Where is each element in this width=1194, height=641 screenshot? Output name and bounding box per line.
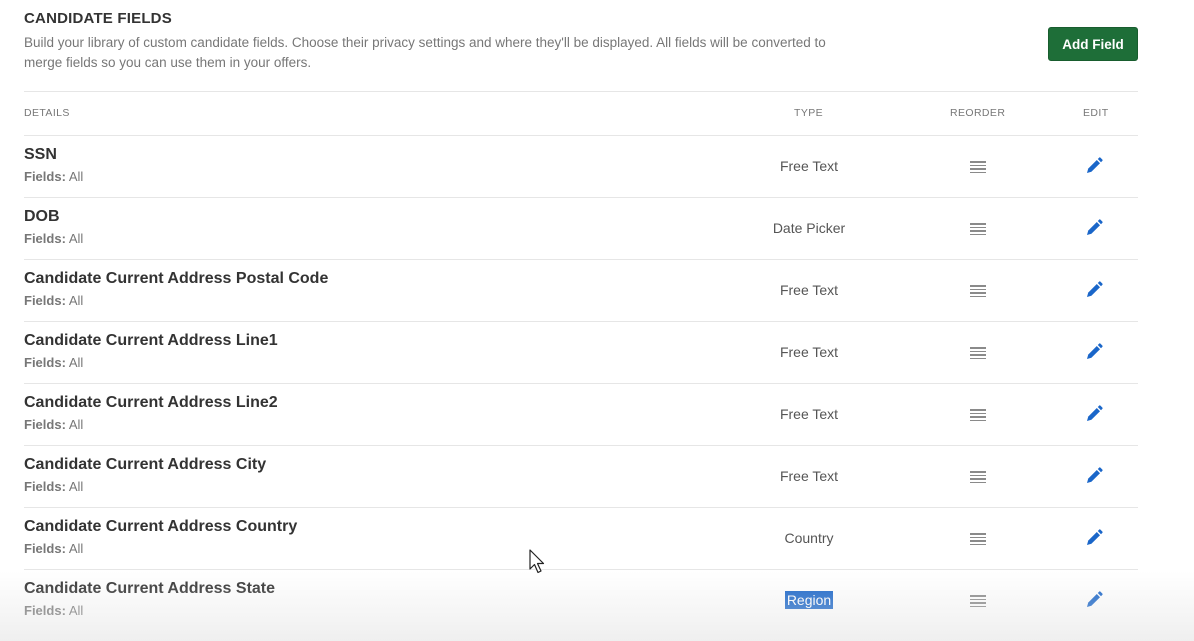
field-type: Free Text (744, 468, 874, 484)
pencil-icon[interactable] (1084, 590, 1104, 610)
field-visibility: Fields: All (24, 355, 83, 370)
field-name: Candidate Current Address Postal Code (24, 270, 329, 287)
fields-value: All (68, 417, 84, 432)
field-type-text: Free Text (779, 406, 839, 422)
field-name: Candidate Current Address State (24, 580, 276, 597)
page-header: CANDIDATE FIELDS Build your library of c… (24, 10, 1138, 73)
column-header-reorder: REORDER (950, 107, 1006, 119)
table-header: DETAILS TYPE REORDER EDIT (24, 91, 1138, 136)
field-name: Candidate Current Address City (24, 456, 267, 473)
fields-value: All (68, 293, 84, 308)
fields-value: All (68, 603, 84, 618)
drag-handle-icon[interactable] (970, 347, 986, 359)
table-row: Candidate Current Address Postal Code Fie… (24, 260, 1138, 322)
field-visibility: Fields: All (24, 417, 83, 432)
fields-label: Fields: (24, 417, 66, 432)
field-type-text: Free Text (779, 468, 839, 484)
field-type-text: Region (784, 591, 834, 609)
drag-handle-icon[interactable] (970, 533, 986, 545)
mouse-cursor-icon (529, 549, 545, 574)
drag-handle-icon[interactable] (970, 223, 986, 235)
fields-value: All (68, 541, 84, 556)
fields-label: Fields: (24, 603, 66, 618)
pencil-icon[interactable] (1084, 280, 1104, 300)
fields-value: All (68, 479, 84, 494)
pencil-icon[interactable] (1084, 156, 1104, 176)
pencil-icon[interactable] (1084, 342, 1104, 362)
pencil-icon[interactable] (1084, 404, 1104, 424)
drag-handle-icon[interactable] (970, 285, 986, 297)
drag-handle-icon[interactable] (970, 595, 986, 607)
fields-value: All (68, 231, 84, 246)
column-header-edit: EDIT (1083, 107, 1109, 119)
table-row: Candidate Current Address Country Fields:… (24, 508, 1138, 570)
field-type: Free Text (744, 344, 874, 360)
field-visibility: Fields: All (24, 169, 83, 184)
field-name: Candidate Current Address Line1 (24, 332, 278, 349)
fields-label: Fields: (24, 231, 66, 246)
page-title: CANDIDATE FIELDS (24, 10, 172, 27)
pencil-icon[interactable] (1084, 218, 1104, 238)
field-visibility: Fields: All (24, 293, 83, 308)
field-type-text: Date Picker (772, 220, 846, 236)
add-field-button[interactable]: Add Field (1048, 27, 1138, 61)
field-type: Free Text (744, 158, 874, 174)
field-type-text: Free Text (779, 282, 839, 298)
drag-handle-icon[interactable] (970, 161, 986, 173)
fields-label: Fields: (24, 293, 66, 308)
candidate-fields-table: DETAILS TYPE REORDER EDIT SSN Fields: All… (24, 91, 1138, 631)
fields-label: Fields: (24, 169, 66, 184)
drag-handle-icon[interactable] (970, 409, 986, 421)
table-row: SSN Fields: All Free Text (24, 136, 1138, 198)
field-name: SSN (24, 146, 57, 163)
table-row: Candidate Current Address State Fields: A… (24, 570, 1138, 631)
field-name: Candidate Current Address Country (24, 518, 298, 535)
field-visibility: Fields: All (24, 541, 83, 556)
field-type-text: Country (784, 530, 834, 546)
pencil-icon[interactable] (1084, 528, 1104, 548)
field-visibility: Fields: All (24, 603, 83, 618)
column-header-type: TYPE (794, 107, 824, 119)
fields-value: All (68, 355, 84, 370)
field-name: Candidate Current Address Line2 (24, 394, 278, 411)
table-row: Candidate Current Address City Fields: Al… (24, 446, 1138, 508)
field-visibility: Fields: All (24, 479, 83, 494)
field-type: Region (744, 591, 874, 609)
table-body: SSN Fields: All Free Text DOB Fields: All Dat… (24, 136, 1138, 631)
field-type: Free Text (744, 406, 874, 422)
field-type-text: Free Text (779, 158, 839, 174)
field-type-text: Free Text (779, 344, 839, 360)
fields-label: Fields: (24, 479, 66, 494)
field-type: Free Text (744, 282, 874, 298)
field-type: Date Picker (744, 220, 874, 236)
table-row: Candidate Current Address Line1 Fields: A… (24, 322, 1138, 384)
page-description: Build your library of custom candidate f… (24, 35, 826, 70)
fields-label: Fields: (24, 541, 66, 556)
column-header-details: DETAILS (24, 107, 70, 119)
drag-handle-icon[interactable] (970, 471, 986, 483)
pencil-icon[interactable] (1084, 466, 1104, 486)
field-visibility: Fields: All (24, 231, 83, 246)
fields-value: All (68, 169, 84, 184)
table-row: Candidate Current Address Line2 Fields: A… (24, 384, 1138, 446)
fields-label: Fields: (24, 355, 66, 370)
field-type: Country (744, 530, 874, 546)
table-row: DOB Fields: All Date Picker (24, 198, 1138, 260)
field-name: DOB (24, 208, 60, 225)
